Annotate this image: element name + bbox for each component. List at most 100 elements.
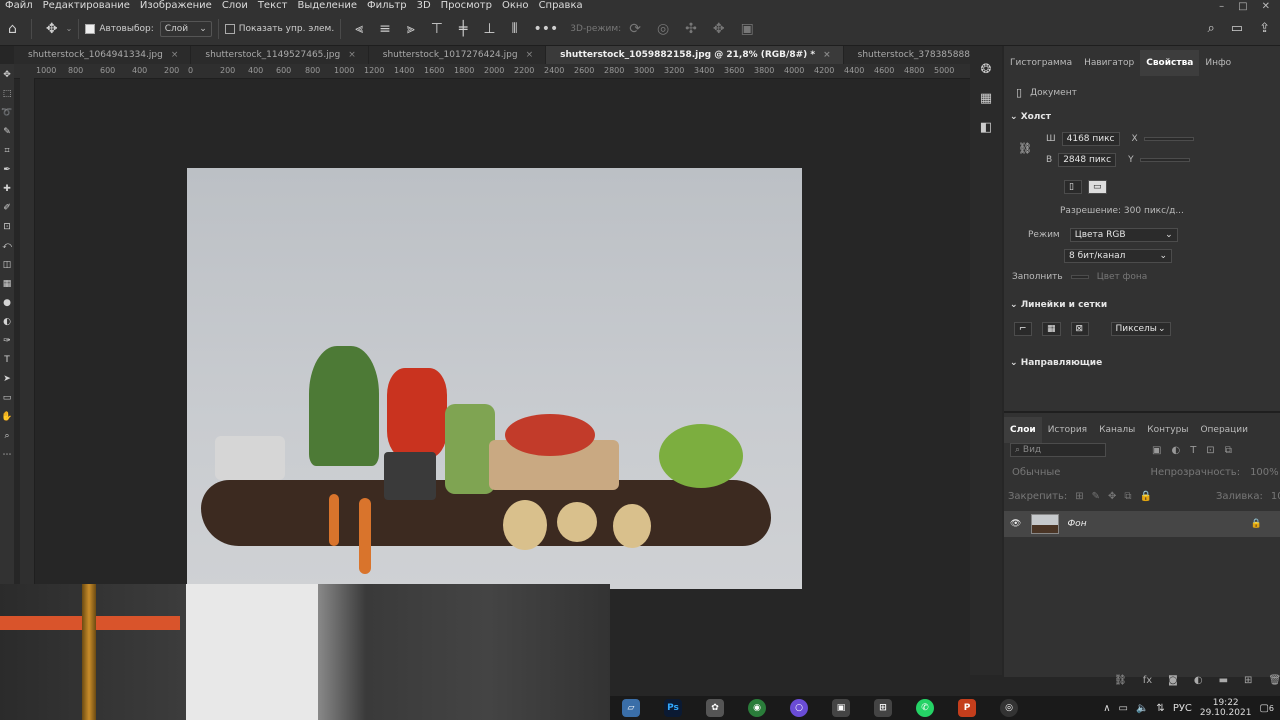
guides-section-header[interactable]: ⌄ Направляющие (1010, 358, 1102, 368)
type-tool-icon[interactable]: T (4, 355, 10, 365)
network-icon[interactable]: ⇅ (1156, 703, 1164, 714)
autoselect-dropdown[interactable]: Слой ⌄ (159, 20, 212, 37)
show-controls-checkbox[interactable] (224, 23, 235, 34)
brush-tool-icon[interactable]: ✐ (3, 203, 11, 213)
align-bottom-icon[interactable]: ⊥ (483, 21, 495, 37)
lock-artboard-icon[interactable]: ⧉ (1124, 491, 1131, 502)
tab-actions[interactable]: Операции (1194, 425, 1254, 435)
tab-navigator[interactable]: Навигатор (1078, 58, 1140, 68)
menu-image[interactable]: Изображение (135, 1, 217, 11)
stamp-tool-icon[interactable]: ⊡ (3, 222, 11, 232)
zoom-tool-icon[interactable]: ⌕ (4, 431, 9, 441)
eye-icon[interactable]: 👁 (1010, 519, 1021, 529)
battery-icon[interactable]: ▭ (1119, 703, 1128, 714)
volume-icon[interactable]: 🔈 (1136, 703, 1148, 714)
maximize-button[interactable]: □ (1238, 1, 1247, 12)
new-adjustment-icon[interactable]: ◐ (1194, 675, 1203, 686)
chrome-icon[interactable]: ◉ (748, 699, 766, 717)
bit-depth-select[interactable]: 8 бит/канал ⌄ (1064, 249, 1172, 263)
tab-document-active[interactable]: shutterstock_1059882158.jpg @ 21,8% (RGB… (546, 46, 844, 64)
crop-tool-icon[interactable]: ⌗ (4, 146, 9, 156)
link-icon[interactable]: ⛓ (1018, 142, 1032, 155)
home-icon[interactable]: ⌂ (8, 21, 17, 37)
search-icon[interactable]: ⌕ (1208, 21, 1215, 36)
tab-paths[interactable]: Контуры (1141, 425, 1194, 435)
guides-grid-icon[interactable]: ⊠ (1070, 322, 1089, 336)
gradient-tool-icon[interactable]: ▦ (3, 279, 12, 289)
add-mask-icon[interactable]: ◙ (1168, 675, 1178, 686)
canvas-section-header[interactable]: ⌄ Холст (1010, 112, 1051, 122)
menu-window[interactable]: Окно (497, 1, 534, 11)
new-layer-icon[interactable]: ⊞ (1244, 675, 1252, 686)
align-top-icon[interactable]: ⊤ (431, 21, 443, 37)
lock-transparent-icon[interactable]: ⊞ (1075, 491, 1083, 502)
tab-history[interactable]: История (1042, 425, 1093, 435)
width-field[interactable]: 4168 пикс (1061, 132, 1120, 146)
distribute-icon[interactable]: ⫴ (512, 21, 518, 37)
y-field[interactable] (1139, 158, 1190, 162)
fill-select[interactable]: Цвет фона (1097, 272, 1148, 282)
3d-camera-icon[interactable]: ▣ (741, 21, 754, 37)
menu-edit[interactable]: Редактирование (38, 1, 135, 11)
tab-layers[interactable]: Слои (1004, 417, 1042, 443)
powerpoint-icon[interactable]: P (958, 699, 976, 717)
opacity-field[interactable]: 100% (1250, 467, 1279, 478)
menu-type[interactable]: Текст (253, 1, 293, 11)
tab-info[interactable]: Инфо (1199, 58, 1237, 68)
move-tool-icon[interactable]: ✥ (3, 70, 11, 80)
3d-orbit-icon[interactable]: ⟳ (629, 21, 641, 37)
menu-select[interactable]: Выделение (292, 1, 362, 11)
history-brush-icon[interactable]: ⤺ (2, 241, 12, 251)
fx-icon[interactable]: fx (1143, 675, 1152, 686)
photoshop-icon[interactable]: Ps (664, 699, 682, 717)
portrait-orientation-icon[interactable]: ▯ (1064, 180, 1082, 194)
menu-layers[interactable]: Слои (217, 1, 253, 11)
fill-swatch[interactable] (1070, 275, 1089, 279)
clock[interactable]: 19:22 29.10.2021 (1200, 698, 1252, 718)
workspace-icon[interactable]: ▭ (1231, 21, 1243, 36)
dodge-tool-icon[interactable]: ◐ (3, 317, 11, 327)
lock-position-icon[interactable]: ✥ (1108, 491, 1116, 502)
3d-slide-icon[interactable]: ✥ (713, 21, 725, 37)
layer-row[interactable]: 👁 Фон 🔒 (1004, 511, 1280, 537)
lasso-tool-icon[interactable]: ➰ (1, 108, 12, 118)
minimize-button[interactable]: – (1219, 1, 1224, 12)
link-layers-icon[interactable]: ⛓ (1114, 675, 1127, 686)
path-select-tool-icon[interactable]: ➤ (3, 374, 11, 384)
landscape-orientation-icon[interactable]: ▭ (1088, 180, 1107, 194)
color-mode-select[interactable]: Цвета RGB ⌄ (1069, 228, 1178, 242)
app-icon[interactable]: ✿ (706, 699, 724, 717)
ruler-icon[interactable]: ⌐ (1014, 322, 1032, 336)
close-button[interactable]: ✕ (1262, 1, 1270, 12)
blend-mode-select[interactable]: Обычные (1012, 467, 1060, 478)
tab-channels[interactable]: Каналы (1093, 425, 1141, 435)
type-filter-icon[interactable]: T (1190, 445, 1196, 456)
grid-icon[interactable]: ▦ (1042, 322, 1061, 336)
notifications-icon[interactable]: ▢6 (1259, 703, 1274, 714)
menu-filter[interactable]: Фильтр (362, 1, 412, 11)
align-middle-icon[interactable]: ╪ (459, 21, 467, 37)
units-select[interactable]: Пикселы ⌄ (1110, 322, 1171, 336)
close-icon[interactable]: × (823, 50, 831, 60)
healing-brush-icon[interactable]: ✚ (3, 184, 11, 194)
layer-filter-select[interactable]: ⌕ Вид (1010, 443, 1106, 457)
app-icon[interactable]: ▣ (832, 699, 850, 717)
menu-view[interactable]: Просмотр (436, 1, 497, 11)
menu-file[interactable]: Файл (0, 1, 38, 11)
learn-icon[interactable]: ❂ (981, 62, 992, 77)
autoselect-checkbox[interactable] (85, 23, 96, 34)
eraser-tool-icon[interactable]: ◫ (3, 260, 12, 270)
blur-tool-icon[interactable]: ● (3, 298, 11, 308)
shape-tool-icon[interactable]: ▭ (3, 393, 12, 403)
chevron-up-icon[interactable]: ∧ (1103, 703, 1110, 714)
move-tool-icon[interactable]: ✥ (46, 21, 58, 37)
share-icon[interactable]: ⇪ (1259, 21, 1270, 36)
rulers-grids-section-header[interactable]: ⌄ Линейки и сетки (1010, 300, 1107, 310)
close-icon[interactable]: × (348, 50, 356, 60)
quick-select-tool-icon[interactable]: ✎ (3, 127, 11, 137)
more-tools-icon[interactable]: ⋯ (3, 450, 12, 460)
document-image[interactable] (187, 168, 802, 589)
menu-3d[interactable]: 3D (412, 1, 436, 11)
new-group-icon[interactable]: ▬ (1219, 675, 1228, 686)
shape-filter-icon[interactable]: ⊡ (1206, 445, 1214, 456)
